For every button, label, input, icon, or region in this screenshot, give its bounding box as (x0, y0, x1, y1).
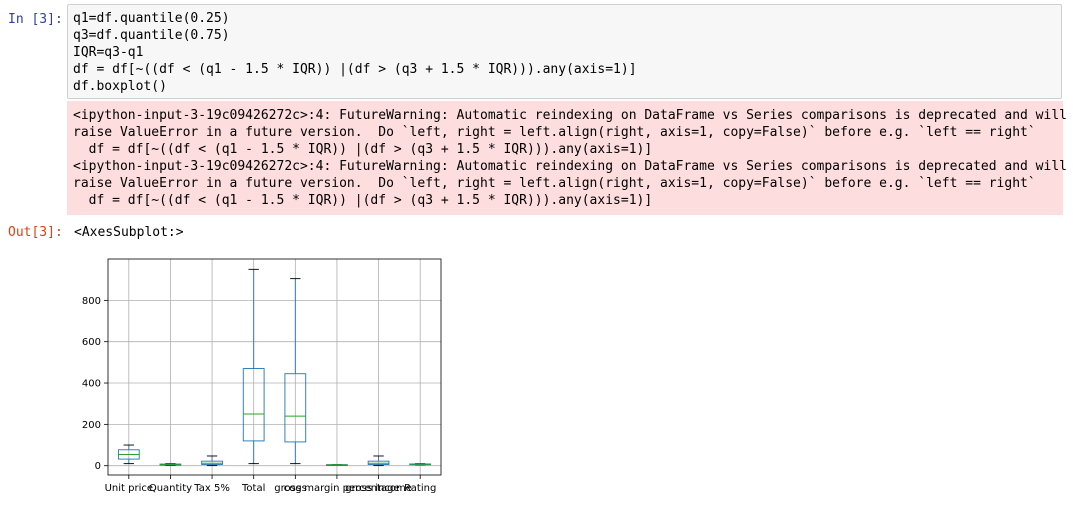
axes-frame (107, 258, 442, 476)
code-line: df = df[~((df < (q1 - 1.5 * IQR)) |(df >… (73, 62, 637, 77)
y-tick-label: 600 (82, 337, 101, 348)
code-input-area[interactable]: q1=df.quantile(0.25) q3=df.quantile(0.75… (67, 4, 1062, 99)
warning-line: df = df[~((df < (q1 - 1.5 * IQR)) |(df >… (73, 142, 653, 157)
output-text: <AxesSubplot:> (74, 225, 184, 240)
input-prompt: In [3]: (8, 12, 63, 27)
warning-line: <ipython-input-3-19c09426272c>:4: Future… (73, 108, 1067, 123)
code-line: df.boxplot() (73, 79, 167, 94)
x-tick-label: Rating (404, 483, 436, 494)
boxplot-chart: 0 200 400 600 800 Unit priceQuantity Tax 5% Tot… (82, 258, 442, 494)
warning-line: raise ValueError in a future version. Do… (73, 176, 1036, 191)
warning-line: df = df[~((df < (q1 - 1.5 * IQR)) |(df >… (73, 193, 653, 208)
code-line: q3=df.quantile(0.75) (73, 28, 230, 43)
output-prompt: Out[3]: (8, 225, 63, 240)
x-tick-label: Quantity (149, 483, 192, 494)
code-line: q1=df.quantile(0.25) (73, 11, 230, 26)
y-tick-label: 200 (82, 420, 101, 431)
warning-line: raise ValueError in a future version. Do… (73, 125, 1036, 140)
code-line: IQR=q3-q1 (73, 45, 144, 60)
code-editor[interactable]: q1=df.quantile(0.25) q3=df.quantile(0.75… (73, 10, 637, 95)
y-tick-label: 800 (82, 296, 101, 307)
x-tick-label: Unit price (105, 483, 153, 494)
x-tick-label: Tax 5% (193, 483, 230, 494)
warning-text: <ipython-input-3-19c09426272c>:4: Future… (73, 107, 1067, 209)
stderr-output: <ipython-input-3-19c09426272c>:4: Future… (67, 101, 1067, 215)
y-tick-label: 400 (82, 379, 101, 390)
x-tick-label: Total (241, 483, 265, 494)
y-tick-label: 0 (95, 461, 101, 472)
x-tick-label: gross income (345, 483, 412, 494)
warning-line: <ipython-input-3-19c09426272c>:4: Future… (73, 159, 1067, 174)
